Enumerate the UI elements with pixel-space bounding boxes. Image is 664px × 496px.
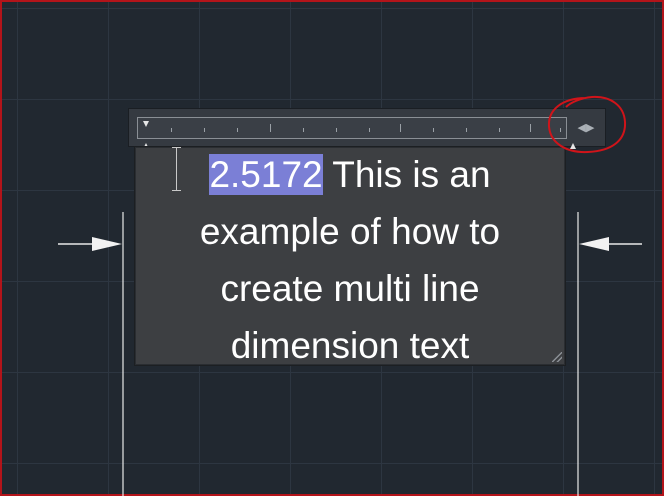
annotation-circle	[547, 95, 627, 154]
annotation-layer	[547, 95, 627, 154]
